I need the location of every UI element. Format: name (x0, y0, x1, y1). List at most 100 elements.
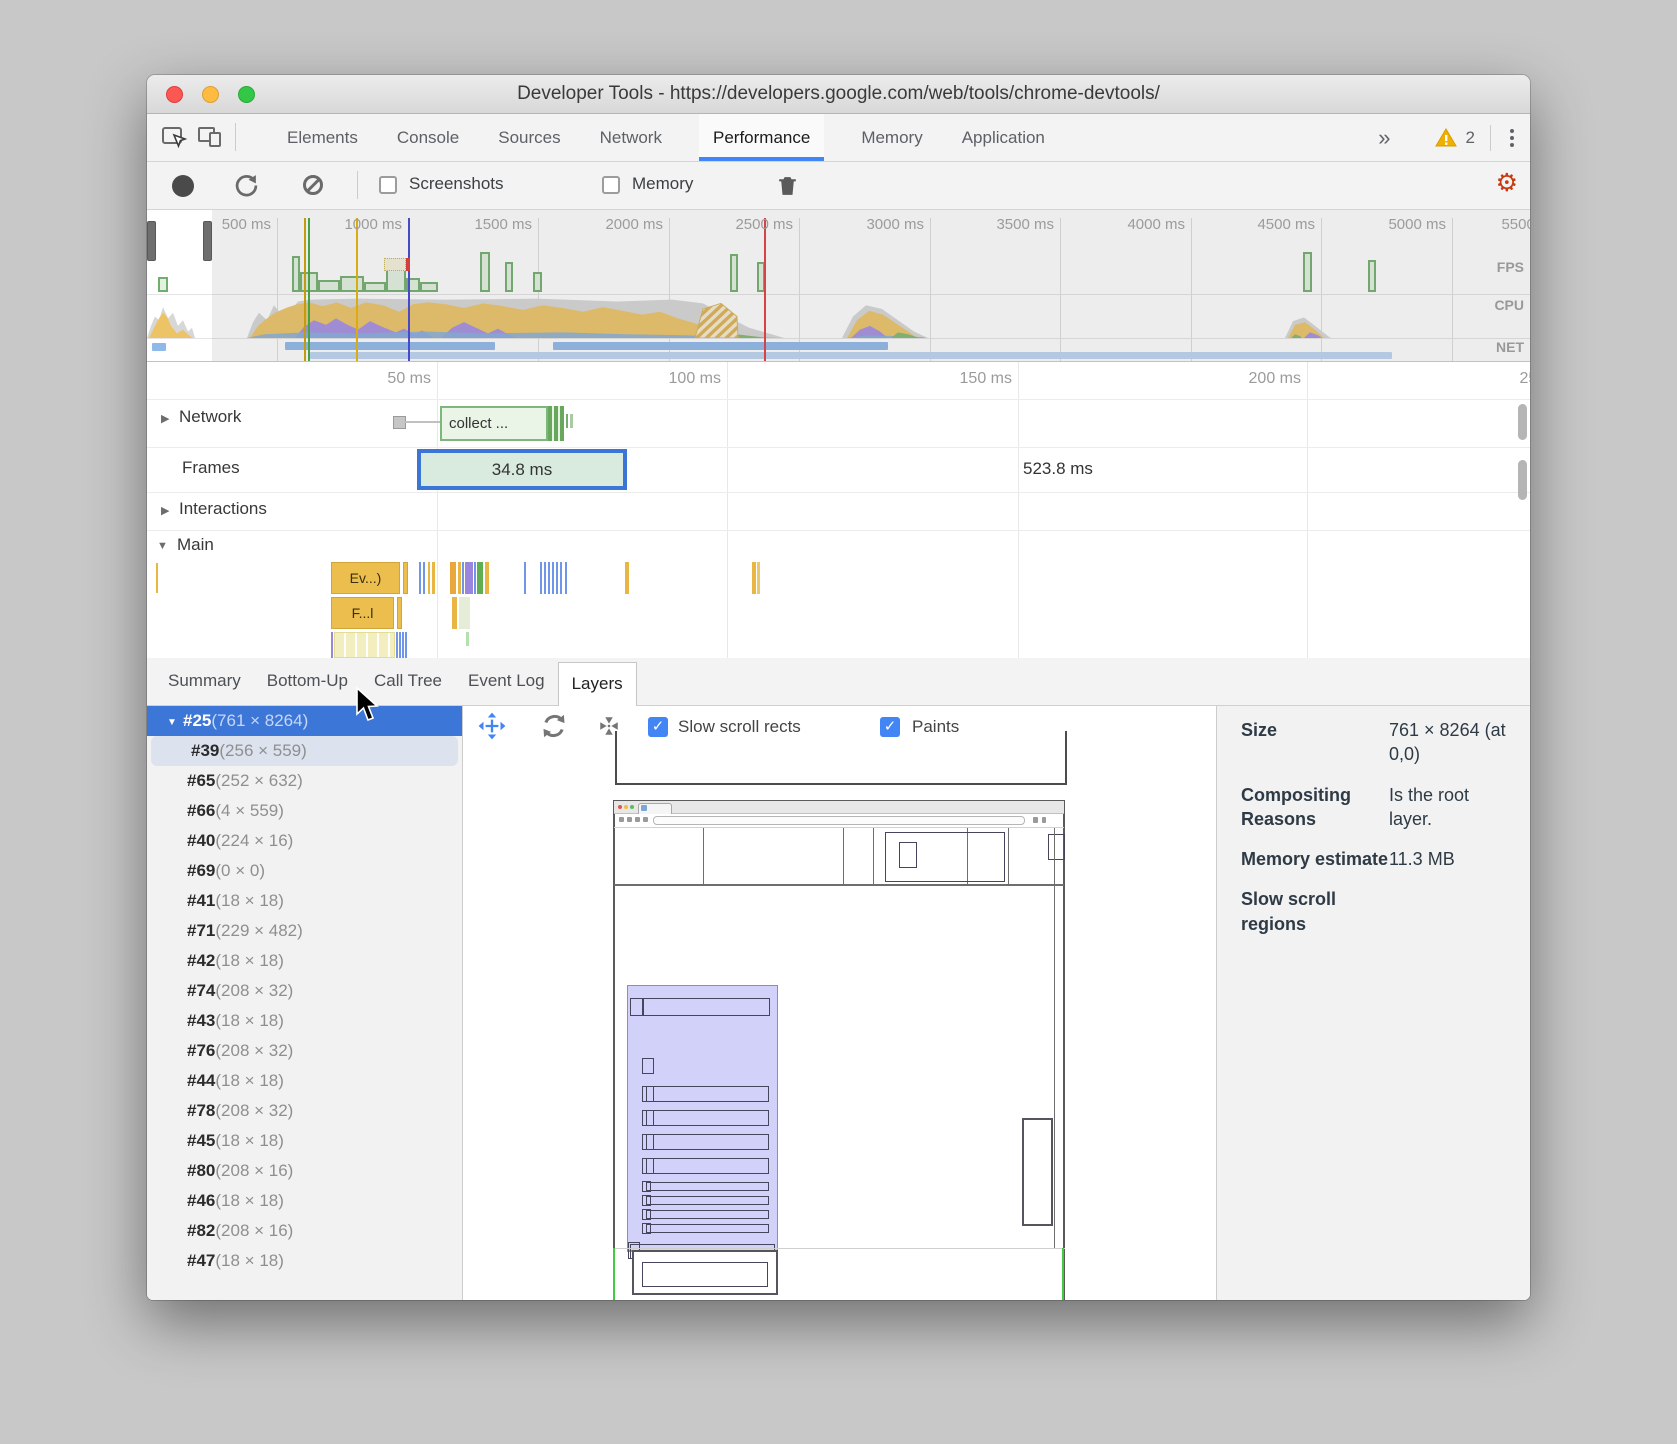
layer-wireframe-rect (627, 817, 632, 822)
details-tab[interactable]: Bottom-Up (254, 658, 361, 706)
frame-duration: 34.8 ms (492, 460, 552, 480)
timeline-overview[interactable]: 500 ms1000 ms1500 ms2000 ms2500 ms3000 m… (147, 210, 1530, 362)
layer-wireframe-rect (646, 1182, 769, 1191)
detail-value (1389, 887, 1509, 936)
layer-tree-row[interactable]: #78(208 × 32) (147, 1096, 462, 1126)
vertical-scrollbar-thumb[interactable] (1518, 460, 1527, 500)
more-tabs-chevron-icon[interactable]: » (1378, 125, 1390, 151)
layer-tree-row[interactable]: #71(229 × 482) (147, 916, 462, 946)
layer-tree-row[interactable]: #80(208 × 16) (147, 1156, 462, 1186)
tabbar-right: » 2 (1378, 114, 1518, 161)
flame-event-bar[interactable]: Ev...) (331, 562, 400, 594)
details-tab[interactable]: Event Log (455, 658, 558, 706)
layer-tree-row[interactable]: #40(224 × 16) (147, 826, 462, 856)
devtools-tab[interactable]: Elements (285, 114, 360, 161)
layer-tree-row[interactable]: ▼#25(761 × 8264) (147, 706, 462, 736)
devtools-tab[interactable]: Application (960, 114, 1047, 161)
devtools-tab[interactable]: Performance (699, 114, 824, 161)
divider (357, 171, 358, 199)
layer-tree-row[interactable]: #76(208 × 32) (147, 1036, 462, 1066)
flame-event-bar[interactable] (397, 597, 402, 629)
layer-tree-row[interactable]: #42(18 × 18) (147, 946, 462, 976)
selected-frame[interactable]: 34.8 ms (417, 449, 627, 490)
devtools-tab[interactable]: Sources (496, 114, 562, 161)
flame-event-tick (452, 597, 457, 629)
screenshots-checkbox[interactable] (379, 176, 397, 194)
flame-chart[interactable]: 50 ms100 ms150 ms200 ms250 ms ▶ Network … (147, 362, 1530, 658)
selection-handle-right[interactable] (203, 221, 212, 261)
flame-event-tick (565, 562, 567, 594)
frames-track-label: Frames (182, 458, 240, 478)
layer-dimensions: (18 × 18) (215, 951, 284, 970)
layer-tree-row[interactable]: #41(18 × 18) (147, 886, 462, 916)
flame-event-tick (544, 562, 546, 594)
layer-tree-row[interactable]: #82(208 × 16) (147, 1216, 462, 1246)
layer-3d-view[interactable]: ✓ Slow scroll rects ✓ Paints (463, 706, 1216, 1300)
details-tab[interactable]: Layers (558, 662, 637, 710)
layer-dimensions: (0 × 0) (215, 861, 265, 880)
layer-id: #40 (187, 831, 215, 850)
layer-dimensions: (18 × 18) (215, 1191, 284, 1210)
devtools-tab[interactable]: Memory (859, 114, 924, 161)
main-track-label: Main (177, 535, 214, 555)
layer-dimensions: (208 × 32) (215, 1101, 293, 1120)
inspect-element-icon[interactable] (161, 124, 187, 150)
layer-tree-row[interactable]: #46(18 × 18) (147, 1186, 462, 1216)
vertical-scrollbar-thumb[interactable] (1518, 404, 1527, 440)
expand-triangle-icon[interactable]: ▼ (157, 540, 168, 552)
gridline (727, 362, 728, 658)
flame-event-tick (552, 562, 554, 594)
expand-triangle-icon[interactable]: ▼ (167, 708, 183, 738)
layer-tree-row[interactable]: #69(0 × 0) (147, 856, 462, 886)
kebab-menu-icon[interactable] (1506, 125, 1518, 151)
flame-event-bar[interactable] (334, 632, 395, 658)
flame-event-tick (331, 632, 333, 658)
device-toolbar-icon[interactable] (197, 124, 223, 150)
layer-tree-row[interactable]: #45(18 × 18) (147, 1126, 462, 1156)
layer-tree-row[interactable]: #43(18 × 18) (147, 1006, 462, 1036)
layer-tree-row[interactable]: #47(18 × 18) (147, 1246, 462, 1276)
clear-icon[interactable] (303, 175, 323, 195)
network-request-bar[interactable]: collect ... (440, 406, 548, 441)
settings-gear-icon[interactable]: ⚙ (1496, 168, 1518, 198)
selection-handle-left[interactable] (147, 221, 156, 261)
devtools-tab[interactable]: Network (598, 114, 664, 161)
ruler-tick-label: 100 ms (669, 370, 721, 388)
overview-row-label: NET (1496, 339, 1524, 355)
layer-tree-row[interactable]: #39(256 × 559) (151, 736, 458, 766)
ruler-tick-label: 4000 ms (1127, 216, 1185, 233)
memory-checkbox[interactable] (602, 176, 620, 194)
devtools-tab[interactable]: Console (395, 114, 461, 161)
record-button[interactable] (172, 175, 194, 197)
detail-label: Memory estimate (1241, 847, 1389, 871)
flame-event-tick (432, 562, 435, 594)
pan-mode-icon[interactable] (478, 712, 506, 740)
interactions-track-label: Interactions (179, 499, 267, 519)
row-divider (147, 492, 1530, 493)
details-tab[interactable]: Summary (155, 658, 254, 706)
flame-event-tick (450, 562, 456, 594)
trash-icon[interactable] (775, 173, 800, 198)
flame-event-bar[interactable] (403, 562, 408, 594)
ruler-tick-label: 3000 ms (866, 216, 924, 233)
layer-tree-row[interactable]: #65(252 × 632) (147, 766, 462, 796)
collapse-triangle-icon[interactable]: ▶ (161, 504, 169, 517)
ruler-tick-label: 200 ms (1249, 370, 1301, 388)
layer-wireframe-rect (646, 1196, 769, 1205)
layer-tree: ▼#25(761 × 8264) #39(256 × 559) #65(252 … (147, 706, 463, 1300)
layer-wireframe-rect (1008, 828, 1009, 886)
warning-icon[interactable] (1435, 128, 1457, 147)
rotate-mode-icon[interactable] (540, 712, 568, 740)
detail-value: Is the root layer. (1389, 783, 1509, 832)
layer-tree-row[interactable]: #66(4 × 559) (147, 796, 462, 826)
collapse-triangle-icon[interactable]: ▶ (161, 412, 169, 425)
network-request-bar-solid[interactable] (548, 406, 564, 441)
layer-tree-row[interactable]: #74(208 × 32) (147, 976, 462, 1006)
flame-event-bar[interactable]: F...l (331, 597, 394, 629)
layer-wireframe-rect (1042, 817, 1046, 823)
layer-dimensions: (208 × 32) (215, 981, 293, 1000)
flame-event-tick (458, 562, 461, 594)
gridline (1018, 362, 1019, 658)
reload-icon[interactable] (234, 173, 259, 198)
layer-tree-row[interactable]: #44(18 × 18) (147, 1066, 462, 1096)
